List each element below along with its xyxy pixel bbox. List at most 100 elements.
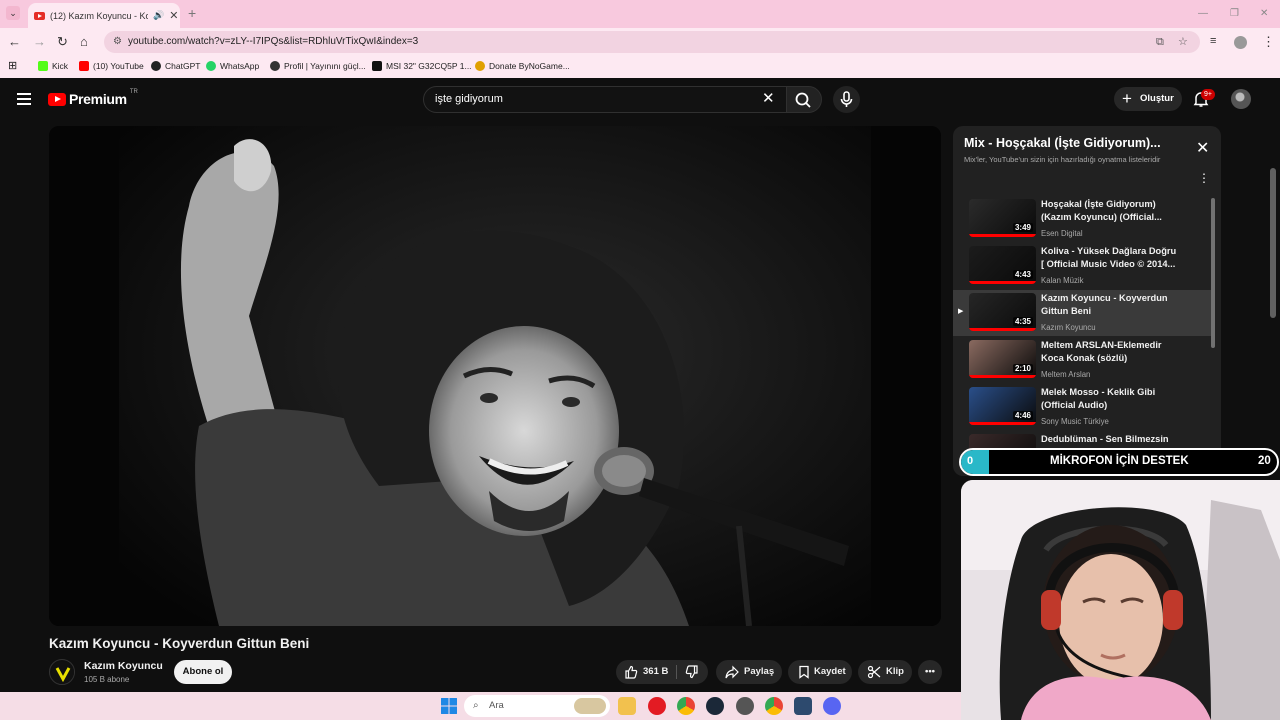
account-avatar[interactable]: [1231, 89, 1251, 109]
bookmark-bynogame[interactable]: Donate ByNoGame...: [475, 61, 570, 71]
bookmark-kick[interactable]: Kick: [38, 61, 68, 71]
chatgpt-icon: [151, 61, 161, 71]
more-actions-button[interactable]: •••: [918, 660, 942, 684]
forward-arrow-icon[interactable]: →: [33, 35, 46, 48]
search-icon: ⌕: [473, 700, 479, 711]
home-icon[interactable]: ⌂: [80, 35, 88, 48]
chrome-profile-icon[interactable]: [765, 697, 783, 715]
steam-icon[interactable]: [706, 697, 724, 715]
kick-icon: [38, 61, 48, 71]
watched-progress: [969, 375, 1036, 378]
playlist-thumbnail[interactable]: 3:49: [969, 199, 1036, 237]
playlist-item-title[interactable]: Melek Mosso - Keklik Gibi (Official Audi…: [1041, 386, 1181, 412]
bookmark-youtube[interactable]: (10) YouTube: [79, 61, 144, 71]
file-explorer-icon[interactable]: [618, 697, 636, 715]
apps-grid-icon[interactable]: ⊞: [8, 59, 17, 72]
back-arrow-icon[interactable]: ←: [8, 35, 21, 48]
windows-start-icon[interactable]: [440, 697, 458, 715]
bookmarks-bar: ⊞ Kick (10) YouTube ChatGPT WhatsApp Pro…: [0, 56, 1280, 78]
bookmark-msi[interactable]: MSI 32" G32CQ5P 1...: [372, 61, 472, 71]
chrome-icon[interactable]: [677, 697, 695, 715]
video-frame-singer: [49, 126, 941, 626]
media-controls-icon[interactable]: ≡: [1210, 35, 1216, 48]
page-scrollbar[interactable]: [1270, 168, 1276, 318]
bookmark-save-icon: [799, 665, 809, 679]
playlist-item[interactable]: 4:46 Melek Mosso - Keklik Gibi (Official …: [953, 384, 1211, 430]
obs-icon[interactable]: [736, 697, 754, 715]
more-horizontal-icon: •••: [925, 666, 935, 677]
create-button[interactable]: + Oluştur: [1114, 87, 1182, 111]
reload-icon[interactable]: ↻: [57, 35, 68, 48]
like-dislike-group: 361 B: [616, 660, 708, 684]
site-info-icon[interactable]: ⚙: [113, 31, 122, 53]
webcam-streamer-image: [961, 480, 1280, 720]
share-arrow-icon: [725, 665, 739, 679]
playlist-thumbnail[interactable]: 2:10: [969, 340, 1036, 378]
search-button[interactable]: [786, 86, 822, 113]
maximize-icon[interactable]: ❐: [1230, 8, 1239, 19]
playlist-close-icon[interactable]: ✕: [1196, 141, 1209, 157]
divider: [676, 665, 677, 679]
clear-search-icon[interactable]: ✕: [762, 90, 775, 108]
video-player[interactable]: [49, 126, 941, 626]
app-icon[interactable]: [794, 697, 812, 715]
save-button[interactable]: Kaydet: [788, 660, 852, 684]
plus-icon: +: [1122, 89, 1132, 108]
like-thumb-icon[interactable]: [624, 665, 638, 679]
video-duration: 4:46: [1012, 411, 1033, 420]
microphone-icon: [840, 91, 853, 107]
discord-icon[interactable]: [823, 697, 841, 715]
subscribe-button[interactable]: Abone ol: [174, 660, 232, 684]
opera-icon[interactable]: [648, 697, 666, 715]
channel-avatar[interactable]: [49, 659, 75, 685]
playlist-item-title[interactable]: Kazım Koyuncu - Koyverdun Gittun Beni: [1041, 292, 1181, 318]
globe-icon: [270, 61, 280, 71]
playlist-thumbnail[interactable]: 4:43: [969, 246, 1036, 284]
bookmark-whatsapp[interactable]: WhatsApp: [206, 61, 259, 71]
youtube-play-logo-icon: [48, 92, 66, 106]
playlist-scrollbar[interactable]: [1211, 198, 1215, 348]
donation-target: 20: [1258, 455, 1271, 467]
playlist-item[interactable]: ▶ 4:35 Kazım Koyuncu - Koyverdun Gittun Be…: [953, 290, 1211, 336]
profile-avatar-icon[interactable]: [1234, 36, 1247, 49]
playlist-item-channel: Sony Music Türkiye: [1041, 417, 1109, 426]
youtube-premium-logo[interactable]: Premium TR: [48, 89, 138, 107]
new-tab-plus-icon[interactable]: +: [188, 5, 196, 21]
playlist-more-icon[interactable]: ⋮: [1198, 172, 1210, 184]
search-input[interactable]: işte gidiyorum: [423, 86, 787, 113]
now-playing-icon: ▶: [958, 308, 964, 315]
window-close-icon[interactable]: ✕: [1260, 8, 1268, 19]
install-app-icon[interactable]: ⧉: [1156, 31, 1164, 53]
clip-button[interactable]: Klip: [858, 660, 912, 684]
playlist-thumbnail[interactable]: 4:35: [969, 293, 1036, 331]
bookmark-profil[interactable]: Profil | Yayınını güçl...: [270, 61, 366, 71]
watched-progress: [969, 328, 1036, 331]
address-bar[interactable]: ⚙ youtube.com/watch?v=zLY--I7IPQs&list=R…: [104, 31, 1200, 53]
like-count: 361 B: [643, 666, 669, 677]
video-duration: 3:49: [1012, 223, 1033, 232]
minimize-icon[interactable]: —: [1198, 8, 1208, 19]
playlist-item-channel: Kazım Koyuncu: [1041, 323, 1096, 332]
playlist-item-title[interactable]: Hoşçakal (İşte Gidiyorum) (Kazım Koyuncu…: [1041, 198, 1181, 224]
browser-menu-icon[interactable]: ⋮: [1262, 35, 1275, 48]
bookmark-chatgpt[interactable]: ChatGPT: [151, 61, 200, 71]
playlist-title[interactable]: Mix - Hoşçakal (İşte Gidiyorum)...: [964, 136, 1161, 150]
playlist-item-title[interactable]: Koliva - Yüksek Dağlara Doğru [ Official…: [1041, 245, 1181, 271]
speaker-icon[interactable]: 🔊: [153, 10, 164, 21]
tab-search-chevron-icon[interactable]: ⌄: [6, 6, 20, 20]
taskbar-search[interactable]: ⌕ Ara: [464, 695, 610, 717]
tab-close-icon[interactable]: ✕: [169, 9, 178, 22]
dislike-thumb-icon[interactable]: [685, 665, 699, 679]
playlist-thumbnail[interactable]: 4:46: [969, 387, 1036, 425]
browser-tab-active[interactable]: (12) Kazım Koyuncu - Koyverdun Gittun Be…: [28, 3, 180, 28]
voice-search-button[interactable]: [833, 86, 860, 113]
channel-name[interactable]: Kazım Koyuncu: [84, 660, 163, 672]
playlist-item[interactable]: 2:10 Meltem ARSLAN-Eklemedir Koca Konak (…: [953, 337, 1211, 383]
video-duration: 4:43: [1012, 270, 1033, 279]
bookmark-star-icon[interactable]: ☆: [1178, 31, 1188, 53]
playlist-item-title[interactable]: Meltem ARSLAN-Eklemedir Koca Konak (sözl…: [1041, 339, 1181, 365]
playlist-item[interactable]: 3:49 Hoşçakal (İşte Gidiyorum) (Kazım Koy…: [953, 196, 1211, 242]
playlist-item[interactable]: 4:43 Koliva - Yüksek Dağlara Doğru [ Offi…: [953, 243, 1211, 289]
share-button[interactable]: Paylaş: [716, 660, 782, 684]
hamburger-menu-icon[interactable]: [17, 93, 31, 105]
